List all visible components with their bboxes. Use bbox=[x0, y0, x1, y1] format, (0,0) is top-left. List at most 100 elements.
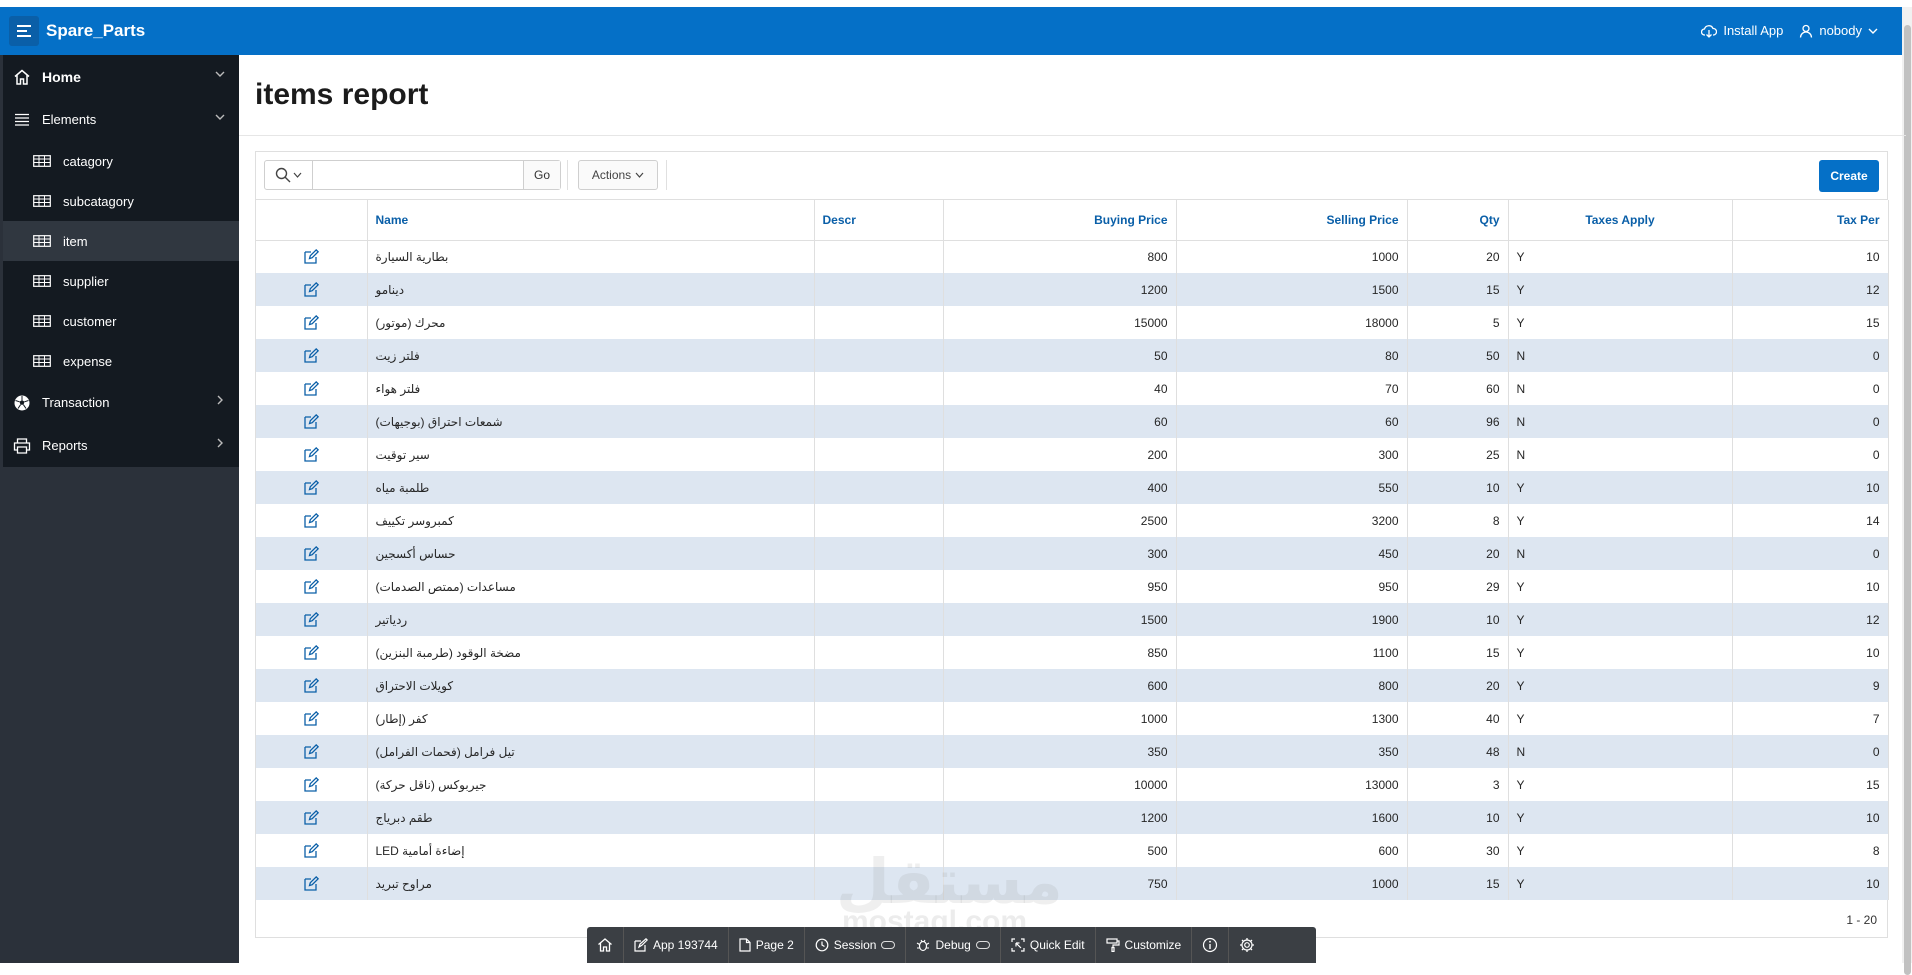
edit-row-link[interactable] bbox=[256, 735, 368, 768]
app-title[interactable]: Spare_Parts bbox=[46, 21, 145, 41]
table-row: إضاءة أمامية LED 500 600 30 Y 8 bbox=[256, 834, 1889, 867]
edit-icon bbox=[304, 249, 319, 265]
edit-row-link[interactable] bbox=[256, 702, 368, 735]
edit-row-link[interactable] bbox=[256, 339, 368, 372]
cell-taxes-apply: N bbox=[1508, 735, 1733, 768]
chevron-right-icon[interactable] bbox=[213, 393, 227, 407]
cell-buying-price: 50 bbox=[943, 339, 1177, 372]
sidebar-item-label: expense bbox=[63, 353, 113, 369]
cell-tax-per: 14 bbox=[1732, 504, 1889, 537]
item-name: كويلات الاحتراق bbox=[375, 678, 454, 693]
printer-icon bbox=[12, 436, 32, 456]
edit-row-link[interactable] bbox=[256, 768, 368, 801]
edit-row-link[interactable] bbox=[256, 306, 368, 339]
edit-row-link[interactable] bbox=[256, 471, 368, 504]
dev-settings-button[interactable] bbox=[1229, 927, 1265, 963]
install-app-button[interactable]: Install App bbox=[1701, 23, 1783, 38]
cell-taxes-apply: Y bbox=[1508, 570, 1733, 603]
column-header-taxes-apply[interactable]: Taxes Apply bbox=[1508, 200, 1733, 241]
sidebar-item-subcatagory[interactable]: subcatagory bbox=[3, 181, 239, 221]
cell-name: مساعدات (ممتص الصدمات) bbox=[367, 570, 815, 603]
menu-toggle-button[interactable] bbox=[9, 16, 39, 46]
edit-row-link[interactable] bbox=[256, 240, 368, 273]
edit-row-link[interactable] bbox=[256, 669, 368, 702]
user-menu-button[interactable]: nobody bbox=[1799, 23, 1878, 38]
chevron-right-icon[interactable] bbox=[213, 436, 227, 450]
search-column-button[interactable] bbox=[265, 161, 313, 189]
edit-row-link[interactable] bbox=[256, 537, 368, 570]
table-row: مضخة الوقود (طرمبة البنزين) 850 1100 15 Y 10 bbox=[256, 636, 1889, 669]
edit-row-link[interactable] bbox=[256, 504, 368, 537]
item-name: شمعات احتراق (بوجيهات) bbox=[375, 414, 503, 429]
column-header-name[interactable]: Name bbox=[367, 200, 815, 241]
actions-menu-button[interactable]: Actions bbox=[578, 160, 658, 190]
edit-row-link[interactable] bbox=[256, 405, 368, 438]
go-button[interactable]: Go bbox=[523, 161, 560, 189]
cell-buying-price: 1500 bbox=[943, 603, 1177, 636]
sidebar-item-expense[interactable]: expense bbox=[3, 341, 239, 381]
edit-row-link[interactable] bbox=[256, 867, 368, 900]
edit-row-link[interactable] bbox=[256, 834, 368, 867]
dev-app-button[interactable]: App 193744 bbox=[624, 927, 729, 963]
dev-session-button[interactable]: Session bbox=[805, 927, 907, 963]
column-header-tax-per[interactable]: Tax Per bbox=[1732, 200, 1889, 241]
sidebar-item-customer[interactable]: customer bbox=[3, 301, 239, 341]
session-icon bbox=[815, 938, 829, 952]
edit-row-link[interactable] bbox=[256, 438, 368, 471]
cell-taxes-apply: Y bbox=[1508, 240, 1733, 273]
chevron-down-icon bbox=[635, 172, 644, 178]
edit-icon bbox=[304, 381, 319, 396]
table-row: فلتر هواء 40 70 60 N 0 bbox=[256, 372, 1889, 405]
sidebar-item-reports[interactable]: Reports bbox=[3, 424, 239, 467]
table-row: مساعدات (ممتص الصدمات) 950 950 29 Y 10 bbox=[256, 570, 1889, 603]
chevron-down-icon[interactable] bbox=[213, 110, 227, 124]
divider bbox=[567, 160, 568, 190]
cell-taxes-apply: Y bbox=[1508, 867, 1733, 900]
cell-taxes-apply: N bbox=[1508, 339, 1733, 372]
edit-row-link[interactable] bbox=[256, 372, 368, 405]
create-button[interactable]: Create bbox=[1819, 160, 1879, 192]
page-scrollbar[interactable] bbox=[1902, 7, 1912, 975]
item-name: حساس أكسجين bbox=[375, 546, 456, 561]
edit-icon bbox=[304, 579, 319, 594]
cell-qty: 60 bbox=[1407, 372, 1509, 405]
dev-home-button[interactable] bbox=[587, 927, 624, 963]
dev-customize-button[interactable]: Customize bbox=[1096, 927, 1193, 963]
column-header-selling-price[interactable]: Selling Price bbox=[1176, 200, 1408, 241]
edit-row-link[interactable] bbox=[256, 273, 368, 306]
sidebar-item-home[interactable]: Home bbox=[3, 55, 239, 98]
column-header-qty[interactable]: Qty bbox=[1407, 200, 1509, 241]
sidebar-item-label: subcatagory bbox=[63, 193, 134, 209]
cell-taxes-apply: Y bbox=[1508, 768, 1733, 801]
chevron-down-icon[interactable] bbox=[213, 67, 227, 81]
edit-row-link[interactable] bbox=[256, 636, 368, 669]
cell-name: طقم دبرياج bbox=[367, 801, 815, 834]
cell-selling-price: 300 bbox=[1176, 438, 1408, 471]
edit-row-link[interactable] bbox=[256, 603, 368, 636]
sidebar-item-supplier[interactable]: supplier bbox=[3, 261, 239, 301]
search-input[interactable] bbox=[313, 161, 523, 189]
sidebar-item-catagory[interactable]: catagory bbox=[3, 141, 239, 181]
sidebar-item-item[interactable]: item bbox=[3, 221, 239, 261]
cell-buying-price: 1200 bbox=[943, 273, 1177, 306]
edit-row-link[interactable] bbox=[256, 801, 368, 834]
dev-debug-button[interactable]: Debug bbox=[906, 927, 1001, 963]
dev-page-button[interactable]: Page 2 bbox=[729, 927, 805, 963]
sidebar-item-elements[interactable]: Elements bbox=[3, 98, 239, 141]
column-header-descr[interactable]: Descr bbox=[814, 200, 944, 241]
cell-buying-price: 1200 bbox=[943, 801, 1177, 834]
cell-selling-price: 18000 bbox=[1176, 306, 1408, 339]
cell-qty: 20 bbox=[1407, 537, 1509, 570]
chevron-down-icon bbox=[1868, 28, 1878, 34]
divider bbox=[239, 135, 1906, 136]
cell-buying-price: 950 bbox=[943, 570, 1177, 603]
dev-info-button[interactable] bbox=[1192, 927, 1230, 963]
cell-buying-price: 15000 bbox=[943, 306, 1177, 339]
scrollbar-thumb[interactable] bbox=[1904, 25, 1911, 975]
edit-row-link[interactable] bbox=[256, 570, 368, 603]
dev-quick-edit-button[interactable]: Quick Edit bbox=[1001, 927, 1096, 963]
sidebar-item-transaction[interactable]: Transaction bbox=[3, 381, 239, 424]
cell-selling-price: 3200 bbox=[1176, 504, 1408, 537]
install-app-label: Install App bbox=[1723, 23, 1784, 38]
column-header-buying-price[interactable]: Buying Price bbox=[943, 200, 1177, 241]
